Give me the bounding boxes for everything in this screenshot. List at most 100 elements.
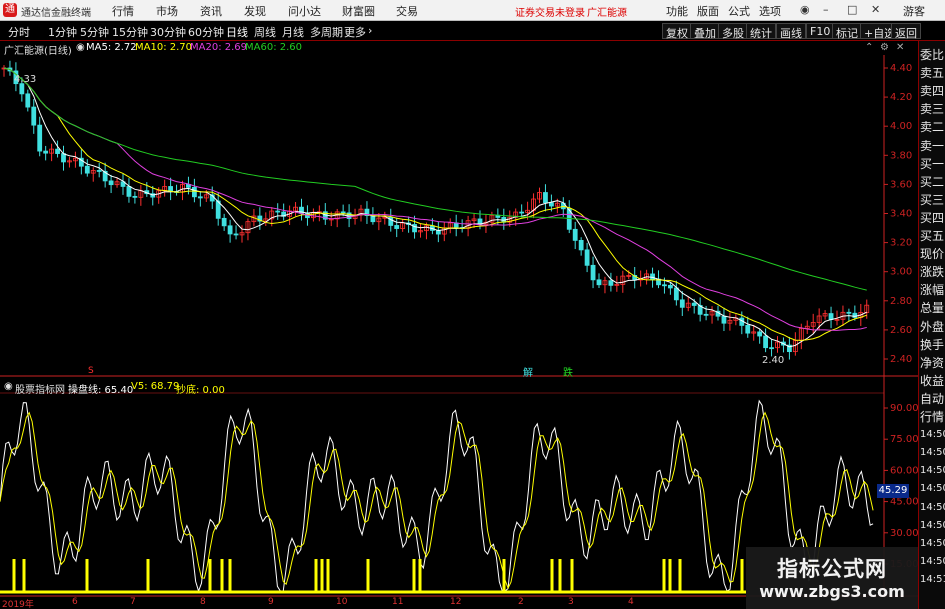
- side-panel-item[interactable]: 收益: [920, 372, 945, 390]
- side-panel-item[interactable]: 买四: [920, 209, 945, 227]
- side-panel-item[interactable]: 外盘: [920, 318, 945, 336]
- panel-close-icon[interactable]: ✕: [896, 42, 904, 53]
- menu-trade[interactable]: 交易: [396, 3, 418, 19]
- settings-icon[interactable]: ⚙: [880, 42, 889, 53]
- candle-body: [197, 196, 203, 199]
- side-panel-item[interactable]: 14:50: [920, 535, 945, 553]
- current-indicator-value: 45.29: [877, 484, 909, 498]
- statistics-button[interactable]: 统计: [746, 23, 776, 40]
- collapse-icon[interactable]: ⌃: [865, 42, 873, 53]
- title-bar: 通 通达信金融终端 行情 市场 资讯 发现 问小达 财富圈 交易 证券交易未登录…: [0, 0, 945, 21]
- side-panel-item[interactable]: 14:50: [920, 426, 945, 444]
- side-panel-item[interactable]: 卖四: [920, 82, 945, 100]
- watermark-url: www.zbgs3.com: [759, 582, 905, 601]
- high-price-annotation: 4.33: [14, 74, 36, 85]
- side-panel-item[interactable]: 行情: [920, 408, 945, 426]
- header-toggle-icon[interactable]: ◉: [76, 42, 85, 53]
- f10-button[interactable]: F10: [806, 23, 835, 39]
- candle-body: [340, 211, 346, 214]
- menu-function[interactable]: 功能: [666, 3, 688, 19]
- user-icon[interactable]: ◉: [800, 3, 810, 16]
- candle-body: [25, 93, 31, 108]
- ma10-line: [3, 67, 867, 341]
- price-tick-label: 4.40: [890, 63, 912, 74]
- adjust-button[interactable]: 复权: [662, 23, 692, 40]
- side-panel-item[interactable]: 换手: [920, 336, 945, 354]
- menu-layout[interactable]: 版面: [697, 3, 719, 19]
- candle-body: [608, 280, 614, 286]
- candle-body: [221, 217, 227, 227]
- menu-ask[interactable]: 问小达: [288, 3, 321, 19]
- minimize-icon[interactable]: –: [823, 3, 829, 16]
- chart-canvas[interactable]: 4.40 4.20 4.00 3.80 3.60 3.40 3.20 3.00 2.80 2.60…: [0, 41, 918, 597]
- price-tick-label: 3.80: [890, 150, 912, 161]
- side-panel-item[interactable]: 买五: [920, 227, 945, 245]
- side-panel-item[interactable]: 卖二: [920, 118, 945, 136]
- period-tab-more[interactable]: 更多: [344, 24, 366, 40]
- side-panel-item[interactable]: 14:50: [920, 480, 945, 498]
- watermark-title: 指标公式网: [777, 557, 887, 581]
- menu-news[interactable]: 资讯: [200, 3, 222, 19]
- side-panel-item[interactable]: 14:50: [920, 553, 945, 571]
- back-button[interactable]: 返回: [891, 23, 921, 40]
- ma5-line: [3, 67, 867, 348]
- menu-quotes[interactable]: 行情: [112, 3, 134, 19]
- indicator-toggle-icon[interactable]: ◉: [4, 381, 13, 392]
- candle-body: [763, 335, 768, 349]
- candle-body: [394, 225, 400, 229]
- chevron-right-icon[interactable]: ›: [368, 24, 372, 37]
- side-panel-item[interactable]: 卖三: [920, 100, 945, 118]
- period-tab-daily[interactable]: 日线: [226, 24, 248, 40]
- login-alert[interactable]: 证券交易未登录: [515, 4, 585, 19]
- menu-options[interactable]: 选项: [759, 3, 781, 19]
- candle-body: [108, 180, 114, 186]
- side-panel-item[interactable]: 现价: [920, 245, 945, 263]
- side-panel-item[interactable]: 14:51: [920, 571, 945, 589]
- side-panel-item[interactable]: 总量: [920, 299, 945, 317]
- period-tab-weekly[interactable]: 周线: [254, 24, 276, 40]
- period-tab-15min[interactable]: 15分钟: [112, 24, 148, 40]
- maximize-icon[interactable]: □: [847, 3, 857, 16]
- side-panel-item[interactable]: 委比: [920, 46, 945, 64]
- close-icon[interactable]: ✕: [871, 3, 880, 16]
- period-tab-monthly[interactable]: 月线: [282, 24, 304, 40]
- side-panel-item[interactable]: 买二: [920, 173, 945, 191]
- mark-button[interactable]: 标记: [832, 23, 862, 40]
- side-panel-item[interactable]: 自动: [920, 390, 945, 408]
- price-tick-label: 4.00: [890, 121, 912, 132]
- candle-body: [668, 284, 673, 289]
- side-panel-item[interactable]: 14:50: [920, 462, 945, 480]
- side-panel-item[interactable]: 买一: [920, 155, 945, 173]
- menu-formula[interactable]: 公式: [728, 3, 750, 19]
- indicator-line2: V5: 68.79: [131, 381, 180, 392]
- side-panel-item[interactable]: 卖一: [920, 137, 945, 155]
- menu-market[interactable]: 市场: [156, 3, 178, 19]
- indicator-name: 股票指标网: [15, 385, 65, 396]
- side-panel-item[interactable]: 买三: [920, 191, 945, 209]
- overlay-button[interactable]: 叠加: [690, 23, 720, 40]
- period-tab-60min[interactable]: 60分钟: [188, 24, 224, 40]
- side-panel-item[interactable]: 净资: [920, 354, 945, 372]
- date-tick-label: 4: [628, 597, 634, 607]
- draw-line-button[interactable]: 画线: [776, 23, 806, 40]
- side-panel-item[interactable]: 涨幅: [920, 281, 945, 299]
- side-panel-item[interactable]: 14:50: [920, 444, 945, 462]
- candle-body: [227, 225, 233, 235]
- candle-body: [96, 170, 102, 172]
- side-panel-item[interactable]: 14:50: [920, 499, 945, 517]
- menu-wealth[interactable]: 财富圈: [342, 3, 375, 19]
- side-panel-item[interactable]: 14:50: [920, 517, 945, 535]
- menu-discover[interactable]: 发现: [244, 3, 266, 19]
- date-tick-label: 12: [450, 597, 462, 607]
- period-tab-intraday[interactable]: 分时: [8, 24, 30, 40]
- multi-stock-button[interactable]: 多股: [718, 23, 748, 40]
- side-panel-item[interactable]: 卖五: [920, 64, 945, 82]
- ma20-line: [3, 67, 867, 331]
- side-panel-item[interactable]: 涨跌: [920, 263, 945, 281]
- watermark: 指标公式网 www.zbgs3.com: [746, 547, 918, 609]
- period-tab-5min[interactable]: 5分钟: [80, 24, 109, 40]
- period-tab-30min[interactable]: 30分钟: [150, 24, 186, 40]
- period-tab-multi[interactable]: 多周期: [310, 24, 343, 40]
- period-tab-1min[interactable]: 1分钟: [48, 24, 77, 40]
- guest-label[interactable]: 游客: [903, 3, 925, 19]
